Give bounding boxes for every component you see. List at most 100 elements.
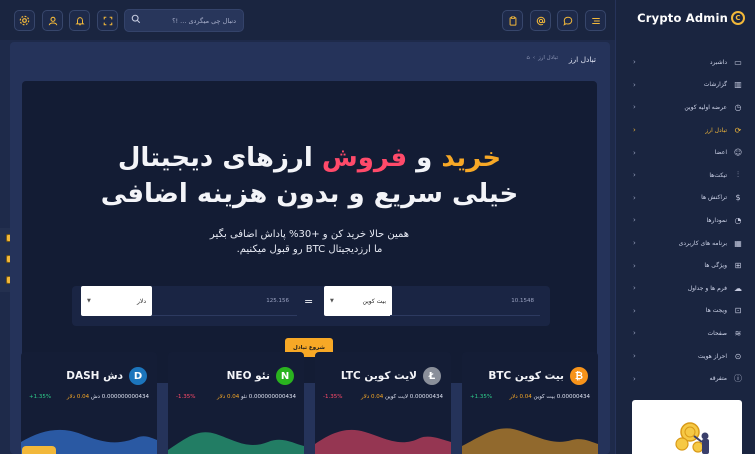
gift-icon: ⊞ <box>734 261 742 271</box>
coin-name: بیت کوین BTC <box>488 370 564 382</box>
sidebar: Crypto Admin C ▭ داشبرد ‹ ▥ گزارشات ‹ ◷ عرضه او… <box>615 0 755 454</box>
hero-subtitle-2: ما ارزدیجیتال BTC رو قبول میکنیم. <box>236 244 383 255</box>
hero-sell: فروش <box>321 143 408 173</box>
clock-icon: ◷ <box>734 102 742 112</box>
coin-stats: 0.000000000434 نئو 0.04 دلار -1.35% <box>176 394 296 400</box>
sidebar-item-0[interactable]: ▭ داشبرد ‹ <box>633 51 743 74</box>
sidebar-item-5[interactable]: ⫶ تیکت‌ها ‹ <box>633 164 743 187</box>
sidebar-item-8[interactable]: ▦ برنامه های کاربردی ‹ <box>633 232 743 255</box>
sidebar-item-label: احراز هویت <box>698 352 727 360</box>
sidebar-item-content: ◔ نمودارها <box>707 216 743 225</box>
hero-headline-2: خیلی سریع و بدون هزینه اضافی <box>100 179 519 209</box>
promo-illustration <box>632 400 742 454</box>
sidebar-item-label: گزارشات <box>703 81 727 89</box>
sidebar-item-content: ⓘ متفرقه <box>710 373 743 384</box>
chevron-left-icon: ‹ <box>633 374 636 383</box>
brand[interactable]: Crypto Admin C <box>637 11 745 25</box>
grid-icon: ▦ <box>734 238 742 248</box>
user-icon[interactable] <box>42 10 63 31</box>
chat-icon[interactable] <box>557 10 578 31</box>
sidebar-item-content: ⊙ احراز هویت <box>698 352 743 361</box>
sidebar-item-9[interactable]: ⊞ ویژگی ها ‹ <box>633 254 743 277</box>
sidebar-item-content: ▭ داشبرد <box>710 58 743 67</box>
coin-logo-icon: ₿ <box>570 367 588 385</box>
at-icon[interactable] <box>530 10 551 31</box>
chevron-left-icon: ‹ <box>633 216 636 225</box>
hero-headline-1: خرید و فروش ارزهای دیجیتال <box>22 142 597 174</box>
sidebar-item-12[interactable]: ≋ صفحات ‹ <box>633 322 743 345</box>
coin-card[interactable]: D دش DASH 0.000000000434 دش 0.04 دلار +1.35… <box>21 352 157 454</box>
search-box[interactable] <box>124 9 244 32</box>
clipboard-icon[interactable] <box>502 10 523 31</box>
sidebar-item-content: ⊡ ویجت ها <box>706 306 743 315</box>
sidebar-item-content: ⫶ تیکت‌ها <box>709 170 743 180</box>
to-currency-value: دلار <box>137 297 146 305</box>
breadcrumb-current: تبادل ارز <box>538 55 558 61</box>
sidebar-item-label: نمودارها <box>706 216 727 224</box>
chevron-left-icon: ‹ <box>633 80 636 89</box>
sidebar-item-label: صفحات <box>707 329 727 337</box>
settings-icon[interactable] <box>14 10 35 31</box>
chevron-left-icon: ‹ <box>633 352 636 361</box>
search-icon[interactable] <box>131 14 141 27</box>
chevron-left-icon: ‹ <box>633 329 636 338</box>
coin-change: +1.35% <box>29 394 52 400</box>
home-icon[interactable]: ⌂ <box>526 55 530 61</box>
coin-name: نئو NEO <box>226 370 270 382</box>
search-input[interactable] <box>141 16 236 25</box>
floating-action-button[interactable] <box>22 446 56 454</box>
chevron-left-icon: ‹ <box>633 239 636 248</box>
info-icon: ⓘ <box>734 374 742 384</box>
sparkline-area <box>168 432 304 454</box>
from-currency-select[interactable]: ▼ بیت کوین <box>324 286 392 316</box>
coin-logo-icon: Ł <box>423 367 441 385</box>
brand-logo-icon: C <box>731 11 745 25</box>
hero-panel: خرید و فروش ارزهای دیجیتال خیلی سریع و ب… <box>22 81 597 383</box>
chevron-icon: › <box>532 55 536 61</box>
sidebar-item-13[interactable]: ⊙ احراز هویت ‹ <box>633 345 743 368</box>
menu-icon[interactable] <box>585 10 606 31</box>
coin-name: لایت کوین LTC <box>340 370 417 382</box>
hero-buy: خرید <box>441 143 502 173</box>
sidebar-item-1[interactable]: ▥ گزارشات ‹ <box>633 74 743 97</box>
coin-stats: 0.000000000434 دش 0.04 دلار +1.35% <box>29 394 149 400</box>
coin-usd-value: 0.04 دلار <box>361 394 384 400</box>
chevron-left-icon: ‹ <box>633 103 636 112</box>
coin-card[interactable]: N نئو NEO 0.000000000434 نئو 0.04 دلار -1.3… <box>168 352 304 454</box>
sidebar-item-10[interactable]: ☁ فرم ها و جداول ‹ <box>633 277 743 300</box>
coin-stats: 0.00000434 لایت کوین 0.04 دلار -1.35% <box>323 394 443 400</box>
coin-usd-value: 0.04 دلار <box>66 394 90 400</box>
sidebar-item-label: متفرقه <box>709 375 727 383</box>
brand-name: Crypto Admin <box>637 11 728 25</box>
sidebar-item-label: تیکت‌ها <box>709 171 727 179</box>
sidebar-item-6[interactable]: $ تراکنش ها ‹ <box>633 187 743 210</box>
sidebar-item-14[interactable]: ⓘ متفرقه ‹ <box>633 367 743 390</box>
sidebar-item-2[interactable]: ◷ عرضه اولیه کوین ‹ <box>633 96 743 119</box>
coin-sparkline <box>315 429 451 454</box>
chevron-left-icon: ‹ <box>633 148 636 157</box>
coin-change: +1.35% <box>470 394 493 400</box>
sidebar-item-label: فرم ها و جداول <box>687 284 727 292</box>
sidebar-item-3[interactable]: ⟳ تبادل ارز ‹ <box>633 119 743 142</box>
sidebar-item-7[interactable]: ◔ نمودارها ‹ <box>633 209 743 232</box>
sidebar-item-11[interactable]: ⊡ ویجت ها ‹ <box>633 300 743 323</box>
bell-icon[interactable] <box>69 10 90 31</box>
tune-icon: ⫶ <box>737 170 739 180</box>
top-bar <box>0 0 615 40</box>
coin-card[interactable]: Ł لایت کوین LTC 0.00000434 لایت کوین 0.04 … <box>315 352 451 454</box>
to-currency-select[interactable]: ▼ دلار <box>81 286 152 316</box>
coin-sparkline <box>462 428 598 454</box>
monitor-icon: ▭ <box>734 57 742 67</box>
coin-stats: 0.00000434 بیت کوین 0.04 دلار +1.35% <box>470 394 590 400</box>
cloud-icon: ☁ <box>734 283 742 293</box>
chevron-left-icon: ‹ <box>633 193 636 202</box>
sidebar-item-4[interactable]: ☺ اعضا ‹ <box>633 141 743 164</box>
from-amount-input[interactable]: 10.1548 <box>390 286 540 316</box>
fullscreen-icon[interactable] <box>97 10 118 31</box>
coin-card[interactable]: ₿ بیت کوین BTC 0.00000434 بیت کوین 0.04 دل… <box>462 352 598 454</box>
hero-subtitle-1: همین حالا خرید کن و +30% پاداش اضافی بگی… <box>209 229 410 240</box>
sidebar-item-label: ویژگی ها <box>704 262 727 270</box>
chart-icon: ▥ <box>734 80 742 90</box>
hero-and: و <box>416 143 433 173</box>
to-amount-input[interactable]: 125.156 <box>152 286 297 316</box>
